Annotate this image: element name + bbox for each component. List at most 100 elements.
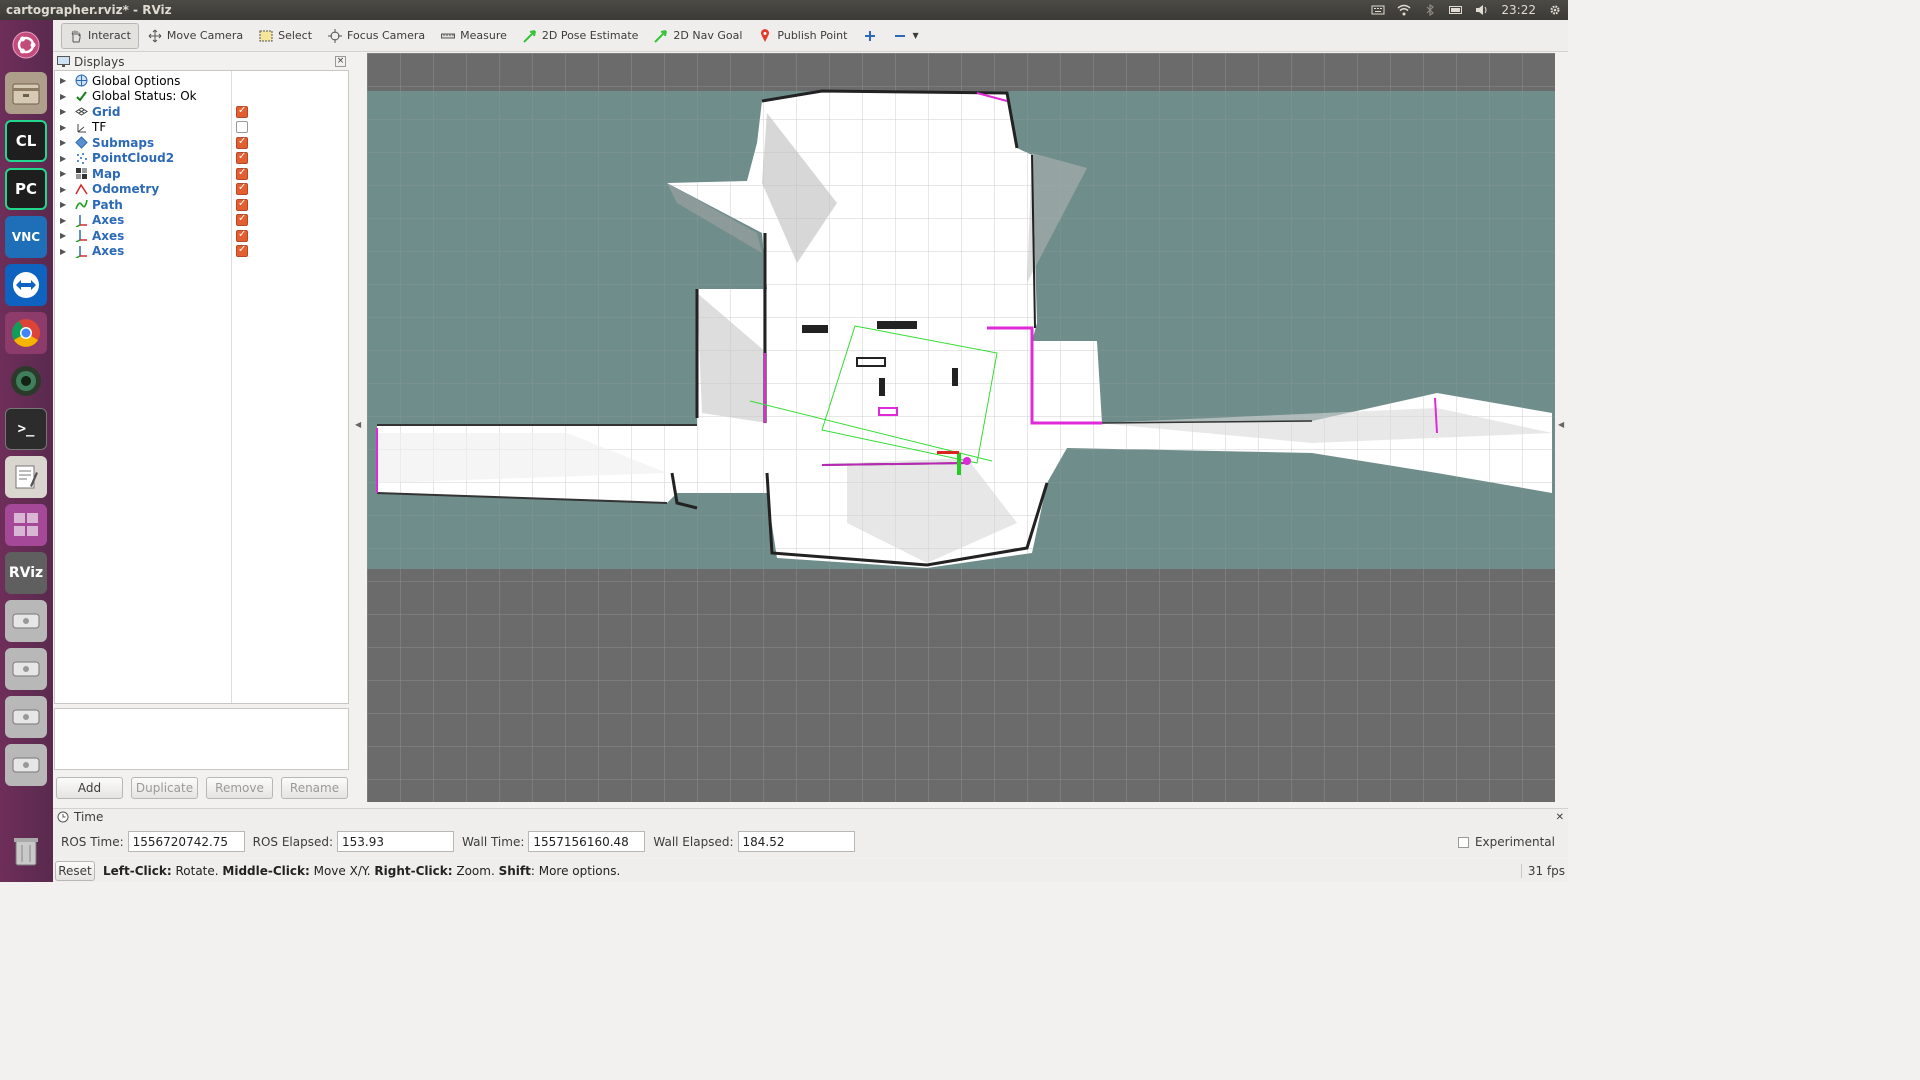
display-item-label: Map <box>92 166 121 181</box>
display-item[interactable]: ▶ Submaps <box>55 135 348 150</box>
camera-icon[interactable] <box>5 360 47 402</box>
display-item[interactable]: ▶ PointCloud2 <box>55 151 348 166</box>
expand-arrow-icon[interactable]: ▶ <box>60 123 70 132</box>
close-icon[interactable]: × <box>335 56 346 67</box>
battery-icon[interactable] <box>1449 4 1463 16</box>
drive-icon[interactable] <box>5 696 47 738</box>
publish-point-tool[interactable]: Publish Point <box>751 23 854 49</box>
drive-icon[interactable] <box>5 648 47 690</box>
expand-arrow-icon[interactable]: ▶ <box>60 231 70 240</box>
displays-header: Displays × <box>53 53 350 70</box>
expand-arrow-icon[interactable]: ▶ <box>60 216 70 225</box>
rename-display-button[interactable]: Rename <box>281 777 348 799</box>
clion-icon[interactable]: CL <box>5 120 47 162</box>
display-item[interactable]: ▶ Axes <box>55 244 348 259</box>
display-item-label: Grid <box>92 104 121 119</box>
2d-nav-goal-tool[interactable]: 2D Nav Goal <box>647 23 749 49</box>
duplicate-display-button[interactable]: Duplicate <box>131 777 198 799</box>
display-item[interactable]: ▶ Grid <box>55 104 348 119</box>
text-editor-icon[interactable] <box>5 456 47 498</box>
expand-arrow-icon[interactable]: ▶ <box>60 200 70 209</box>
display-item[interactable]: ▶ Map <box>55 166 348 181</box>
reset-button[interactable]: Reset <box>55 860 95 881</box>
wall-elapsed-field[interactable]: 184.52 <box>737 831 855 852</box>
trash-icon[interactable] <box>5 830 47 872</box>
system-top-bar: cartographer.rviz* - RViz 23:22 <box>0 0 1568 20</box>
display-enabled-checkbox[interactable] <box>236 244 248 257</box>
vnc-viewer-icon[interactable]: VNC <box>5 216 47 258</box>
display-item[interactable]: ▶ Axes <box>55 228 348 243</box>
expand-arrow-icon[interactable]: ▶ <box>60 107 70 116</box>
remove-display-button[interactable]: Remove <box>206 777 273 799</box>
measure-tool[interactable]: Measure <box>434 23 514 49</box>
pycharm-icon[interactable]: PC <box>5 168 47 210</box>
ros-elapsed-field[interactable]: 153.93 <box>337 831 455 852</box>
map-icon <box>75 167 88 180</box>
terminal-icon[interactable]: >_ <box>5 408 47 450</box>
drive-icon[interactable] <box>5 744 47 786</box>
expand-arrow-icon[interactable]: ▶ <box>60 76 70 85</box>
display-enabled-checkbox[interactable] <box>236 121 248 133</box>
gear-icon[interactable] <box>1548 4 1562 16</box>
display-item[interactable]: ▶ Path <box>55 197 348 212</box>
ros-time-field[interactable]: 1556720742.75 <box>127 831 245 852</box>
ubuntu-dash-icon[interactable] <box>5 24 47 66</box>
expand-arrow-icon[interactable]: ▶ <box>60 185 70 194</box>
add-display-button[interactable]: Add <box>56 777 123 799</box>
remove-tool-button[interactable]: ▼ <box>886 23 925 49</box>
time-fields: ROS Time: 1556720742.75 ROS Elapsed: 153… <box>61 831 863 852</box>
teamviewer-icon[interactable] <box>5 264 47 306</box>
wifi-icon[interactable] <box>1397 4 1411 16</box>
2d-pose-estimate-tool[interactable]: 2D Pose Estimate <box>516 23 646 49</box>
check-icon <box>75 90 88 103</box>
display-item[interactable]: ▶ Global Status: Ok <box>55 89 348 104</box>
move-camera-icon <box>148 29 162 42</box>
display-enabled-checkbox[interactable] <box>236 182 248 195</box>
collapse-left-arrow-icon[interactable]: ◀ <box>355 420 361 429</box>
display-enabled-checkbox[interactable] <box>236 136 248 149</box>
bluetooth-icon[interactable] <box>1423 4 1437 16</box>
workspace-switcher-icon[interactable] <box>5 504 47 546</box>
select-tool[interactable]: Select <box>252 23 319 49</box>
collapse-right-arrow-icon[interactable]: ◀ <box>1558 420 1564 429</box>
display-item[interactable]: ▶ TF <box>55 120 348 135</box>
interact-tool[interactable]: Interact <box>61 22 139 49</box>
clock[interactable]: 23:22 <box>1501 3 1536 17</box>
focus-camera-tool[interactable]: Focus Camera <box>321 23 432 49</box>
wall-time-field[interactable]: 1557156160.48 <box>528 831 646 852</box>
rviz-icon[interactable]: RViz <box>5 552 47 594</box>
add-tool-button[interactable] <box>856 23 884 49</box>
map-render <box>367 53 1555 802</box>
expand-arrow-icon[interactable]: ▶ <box>60 138 70 147</box>
display-enabled-checkbox[interactable] <box>236 167 248 180</box>
display-enabled-checkbox[interactable] <box>236 213 248 226</box>
expand-arrow-icon[interactable]: ▶ <box>60 92 70 101</box>
display-enabled-checkbox[interactable] <box>236 229 248 242</box>
display-item[interactable]: ▶ Global Options <box>55 73 348 88</box>
3d-viewport[interactable] <box>367 53 1555 802</box>
expand-arrow-icon[interactable]: ▶ <box>60 247 70 256</box>
close-icon[interactable]: ✕ <box>1556 812 1564 823</box>
chrome-icon[interactable] <box>5 312 47 354</box>
globe-icon <box>75 74 88 87</box>
drive-icon[interactable] <box>5 600 47 642</box>
volume-icon[interactable] <box>1475 4 1489 16</box>
display-item[interactable]: ▶ Axes <box>55 213 348 228</box>
display-enabled-checkbox[interactable] <box>236 105 248 118</box>
window-title: cartographer.rviz* - RViz <box>6 3 172 17</box>
axes-icon <box>75 229 88 243</box>
keyboard-icon[interactable] <box>1371 4 1385 16</box>
displays-title: Displays <box>74 54 125 69</box>
experimental-toggle[interactable]: Experimental <box>1457 835 1555 849</box>
display-enabled-checkbox[interactable] <box>236 198 248 211</box>
display-item[interactable]: ▶ Odometry <box>55 182 348 197</box>
display-item-label: Submaps <box>92 135 155 150</box>
move-camera-tool[interactable]: Move Camera <box>141 23 250 49</box>
experimental-checkbox[interactable] <box>1457 836 1469 848</box>
grid-icon <box>75 105 88 118</box>
display-item-label: Global Options <box>92 73 181 88</box>
expand-arrow-icon[interactable]: ▶ <box>60 154 70 163</box>
display-enabled-checkbox[interactable] <box>236 151 248 164</box>
expand-arrow-icon[interactable]: ▶ <box>60 169 70 178</box>
files-icon[interactable] <box>5 72 47 114</box>
